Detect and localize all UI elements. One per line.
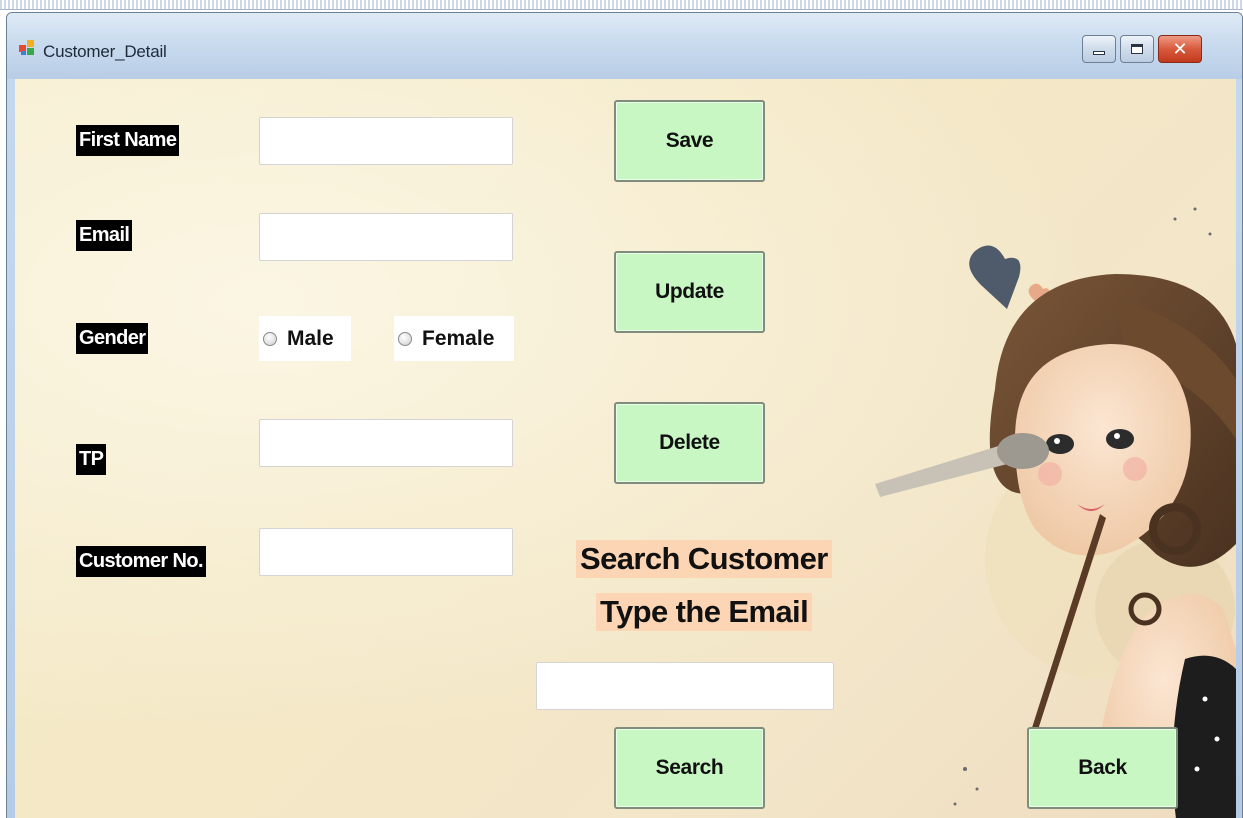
customer-detail-window: Customer_Detail ✕ First Name Email Gende… <box>6 12 1243 818</box>
customer-no-label: Customer No. <box>76 546 206 577</box>
gender-radio-male[interactable]: Male <box>259 316 351 361</box>
maximize-button[interactable] <box>1120 35 1154 63</box>
minimize-icon <box>1093 51 1105 55</box>
search-type-email-hint: Type the Email <box>596 593 813 631</box>
close-icon: ✕ <box>1172 38 1188 60</box>
tp-label: TP <box>76 444 107 475</box>
gender-option-male-label: Male <box>287 326 334 350</box>
form-client-area: First Name Email Gender TP Customer No. … <box>15 79 1236 818</box>
maximize-icon <box>1131 44 1143 54</box>
search-customer-title: Search Customer <box>576 540 832 578</box>
gender-label: Gender <box>76 323 149 354</box>
app-icon[interactable] <box>19 40 35 56</box>
search-button[interactable]: Search <box>614 727 765 809</box>
email-label: Email <box>76 220 133 251</box>
radio-circle-icon <box>398 331 412 346</box>
girl-with-makeup-brush-illustration <box>875 207 1236 818</box>
save-button[interactable]: Save <box>614 100 765 182</box>
gender-radio-female[interactable]: Female <box>394 316 514 361</box>
tp-input[interactable] <box>259 419 513 467</box>
radio-circle-icon <box>263 331 277 346</box>
search-email-input[interactable] <box>536 662 834 710</box>
update-button[interactable]: Update <box>614 251 765 333</box>
first-name-input[interactable] <box>259 117 513 165</box>
top-screen-strip <box>0 0 1243 10</box>
customer-no-input[interactable] <box>259 528 513 576</box>
gender-option-female-label: Female <box>422 326 495 350</box>
email-input[interactable] <box>259 213 513 261</box>
back-button[interactable]: Back <box>1027 727 1178 809</box>
title-bar[interactable]: Customer_Detail ✕ <box>7 13 1242 79</box>
first-name-label: First Name <box>76 125 180 156</box>
delete-button[interactable]: Delete <box>614 402 765 484</box>
close-button[interactable]: ✕ <box>1158 35 1202 63</box>
minimize-button[interactable] <box>1082 35 1116 63</box>
window-title: Customer_Detail <box>43 42 167 61</box>
